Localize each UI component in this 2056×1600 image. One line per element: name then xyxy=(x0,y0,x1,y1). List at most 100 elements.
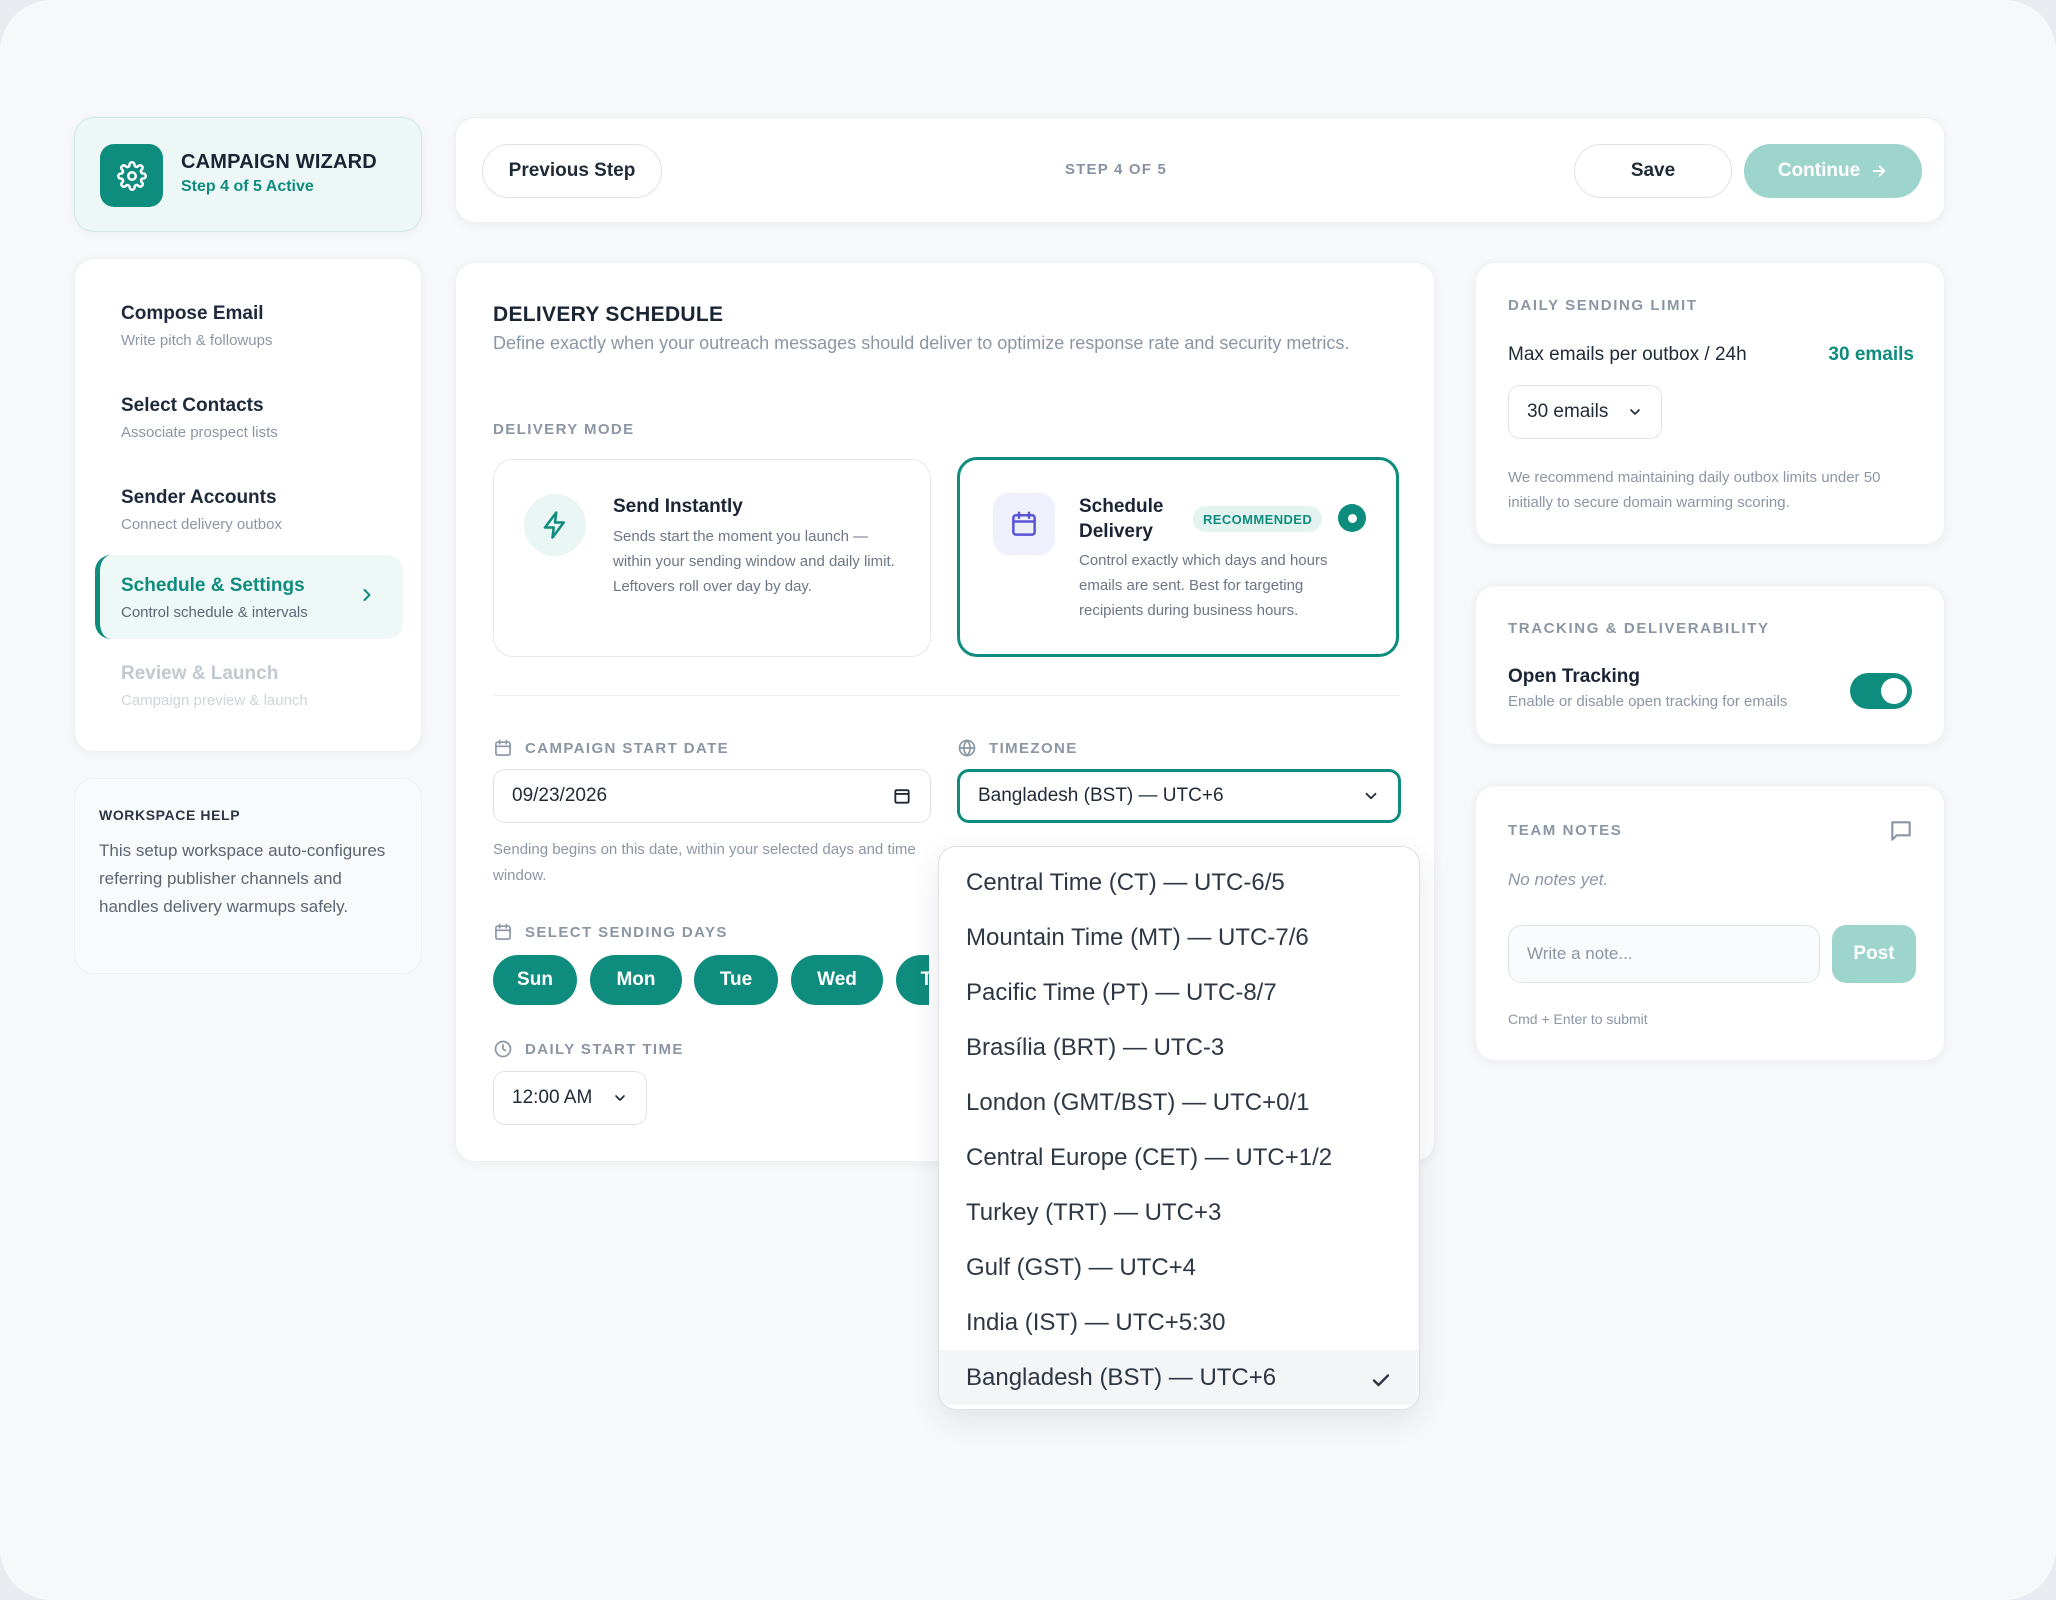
step-schedule-settings[interactable]: Schedule & Settings Control schedule & i… xyxy=(95,555,403,639)
start-time-label: DAILY START TIME xyxy=(493,1039,684,1059)
day-chip-tue[interactable]: Tue xyxy=(694,955,778,1005)
start-date-value: 09/23/2026 xyxy=(512,785,608,806)
arrow-right-icon xyxy=(1872,165,1886,177)
limit-label: Max emails per outbox / 24h xyxy=(1508,344,1747,365)
sending-days: Sun Mon Tue Wed Thu xyxy=(493,955,929,1009)
timezone-label: TIMEZONE xyxy=(957,738,1078,758)
gear-icon xyxy=(100,144,163,207)
chevron-right-icon xyxy=(363,589,371,601)
team-notes-card: TEAM NOTES No notes yet. Write a note...… xyxy=(1475,785,1945,1061)
start-time-select[interactable]: 12:00 AM xyxy=(493,1071,647,1125)
help-title: WORKSPACE HELP xyxy=(99,807,241,823)
chevron-down-icon xyxy=(1630,409,1640,415)
step-desc: Associate prospect lists xyxy=(121,424,278,441)
timezone-option[interactable]: Brasília (BRT) — UTC-3 xyxy=(939,1020,1419,1075)
chevron-down-icon xyxy=(1365,792,1377,800)
option-label: Bangladesh (BST) — UTC+6 xyxy=(966,1363,1277,1391)
post-button[interactable]: Post xyxy=(1832,925,1916,983)
section-title: DELIVERY SCHEDULE xyxy=(493,303,724,326)
mode-title: Send Instantly xyxy=(613,496,743,517)
chat-bubble-icon xyxy=(1891,821,1911,841)
globe-icon xyxy=(958,739,976,757)
app-frame: CAMPAIGN WIZARD Step 4 of 5 Active Compo… xyxy=(0,0,2056,1600)
continue-button[interactable]: Continue xyxy=(1744,144,1922,198)
chevron-down-icon xyxy=(615,1095,625,1101)
delivery-mode-label: DELIVERY MODE xyxy=(493,421,635,438)
open-tracking-desc: Enable or disable open tracking for emai… xyxy=(1508,693,1788,710)
section-subtitle: Define exactly when your outreach messag… xyxy=(493,333,1350,353)
save-button[interactable]: Save xyxy=(1574,144,1732,198)
continue-label: Continue xyxy=(1777,160,1861,181)
wizard-progress: Step 4 of 5 Active xyxy=(181,178,314,195)
tracking-card: TRACKING & DELIVERABILITY Open Tracking … xyxy=(1475,585,1945,745)
step-compose-email[interactable]: Compose Email Write pitch & followups xyxy=(95,283,403,367)
recommended-badge: RECOMMENDED xyxy=(1193,506,1323,532)
step-label: Select Contacts xyxy=(121,395,264,416)
limit-note: We recommend maintaining daily outbox li… xyxy=(1508,469,1881,511)
limit-select[interactable]: 30 emails xyxy=(1508,385,1662,439)
step-desc: Campaign preview & launch xyxy=(121,692,308,709)
previous-step-button[interactable]: Previous Step xyxy=(482,144,662,198)
limit-value: 30 emails xyxy=(1828,344,1914,365)
step-label: Review & Launch xyxy=(121,663,279,684)
start-date-label: CAMPAIGN START DATE xyxy=(493,738,729,758)
notes-hint: Cmd + Enter to submit xyxy=(1508,1011,1648,1027)
limit-select-value: 30 emails xyxy=(1527,401,1609,422)
timezone-option[interactable]: Mountain Time (MT) — UTC-7/6 xyxy=(939,910,1419,965)
lightning-icon xyxy=(524,494,586,556)
daily-limit-card: DAILY SENDING LIMIT Max emails per outbo… xyxy=(1475,262,1945,545)
timezone-option[interactable]: India (IST) — UTC+5:30 xyxy=(939,1295,1419,1350)
step-desc: Write pitch & followups xyxy=(121,332,273,349)
limit-title: DAILY SENDING LIMIT xyxy=(1508,297,1698,314)
step-label: Schedule & Settings xyxy=(121,575,305,596)
timezone-option[interactable]: London (GMT/BST) — UTC+0/1 xyxy=(939,1075,1419,1130)
timezone-option[interactable]: Pacific Time (PT) — UTC-8/7 xyxy=(939,965,1419,1020)
step-indicator: STEP 4 OF 5 xyxy=(1064,161,1168,178)
divider xyxy=(493,695,1400,696)
timezone-option[interactable]: Central Europe (CET) — UTC+1/2 xyxy=(939,1130,1419,1185)
step-review-launch: Review & Launch Campaign preview & launc… xyxy=(95,643,403,727)
start-date-input[interactable]: 09/23/2026 xyxy=(493,769,931,823)
timezone-option[interactable]: Gulf (GST) — UTC+4 xyxy=(939,1240,1419,1295)
steps-nav: Compose Email Write pitch & followups Se… xyxy=(74,258,422,752)
day-chip-thu[interactable]: Thu xyxy=(896,955,929,1005)
timezone-option[interactable]: Central Time (CT) — UTC-6/5 xyxy=(939,855,1419,910)
day-chip-sun[interactable]: Sun xyxy=(493,955,577,1005)
mode-desc: Sends start the moment you launch — with… xyxy=(613,528,895,595)
step-label: Sender Accounts xyxy=(121,487,277,508)
step-desc: Connect delivery outbox xyxy=(121,516,282,533)
open-tracking-label: Open Tracking xyxy=(1508,666,1640,687)
selected-radio[interactable] xyxy=(1338,504,1366,532)
timezone-value: Bangladesh (BST) — UTC+6 xyxy=(978,785,1224,806)
note-input[interactable]: Write a note... xyxy=(1508,925,1820,983)
timezone-dropdown: Central Time (CT) — UTC-6/5 Mountain Tim… xyxy=(938,846,1420,1410)
tracking-title: TRACKING & DELIVERABILITY xyxy=(1508,620,1770,637)
mode-desc: Control exactly which days and hours ema… xyxy=(1079,552,1328,619)
mode-title: Schedule Delivery xyxy=(1079,496,1164,542)
help-text: This setup workspace auto-configures ref… xyxy=(99,841,386,916)
step-label: Compose Email xyxy=(121,303,264,324)
calendar-picker-icon[interactable] xyxy=(892,786,912,806)
clock-icon xyxy=(494,1040,512,1058)
start-time-value: 12:00 AM xyxy=(512,1087,593,1108)
day-chip-mon[interactable]: Mon xyxy=(590,955,682,1005)
wizard-header: CAMPAIGN WIZARD Step 4 of 5 Active xyxy=(74,117,422,232)
start-date-hint: Sending begins on this date, within your… xyxy=(493,841,916,884)
timezone-option-selected[interactable]: Bangladesh (BST) — UTC+6 xyxy=(939,1350,1419,1405)
day-chip-wed[interactable]: Wed xyxy=(791,955,883,1005)
sending-days-label: SELECT SENDING DAYS xyxy=(493,922,728,942)
wizard-title: CAMPAIGN WIZARD xyxy=(181,151,377,173)
step-sender-accounts[interactable]: Sender Accounts Connect delivery outbox xyxy=(95,467,403,551)
check-icon xyxy=(1372,1374,1390,1387)
timezone-select[interactable]: Bangladesh (BST) — UTC+6 xyxy=(957,769,1401,823)
step-desc: Control schedule & intervals xyxy=(121,604,308,621)
calendar-icon xyxy=(993,493,1055,555)
timezone-option[interactable]: Turkey (TRT) — UTC+3 xyxy=(939,1185,1419,1240)
notes-empty-state: No notes yet. xyxy=(1508,870,1609,889)
note-placeholder: Write a note... xyxy=(1527,944,1633,963)
mode-schedule-delivery[interactable]: Schedule Delivery RECOMMENDED Control ex… xyxy=(957,457,1399,657)
mode-send-instantly[interactable]: Send Instantly Sends start the moment yo… xyxy=(493,459,931,657)
open-tracking-toggle[interactable] xyxy=(1850,673,1912,709)
step-select-contacts[interactable]: Select Contacts Associate prospect lists xyxy=(95,375,403,459)
workspace-help: WORKSPACE HELP This setup workspace auto… xyxy=(74,778,422,974)
